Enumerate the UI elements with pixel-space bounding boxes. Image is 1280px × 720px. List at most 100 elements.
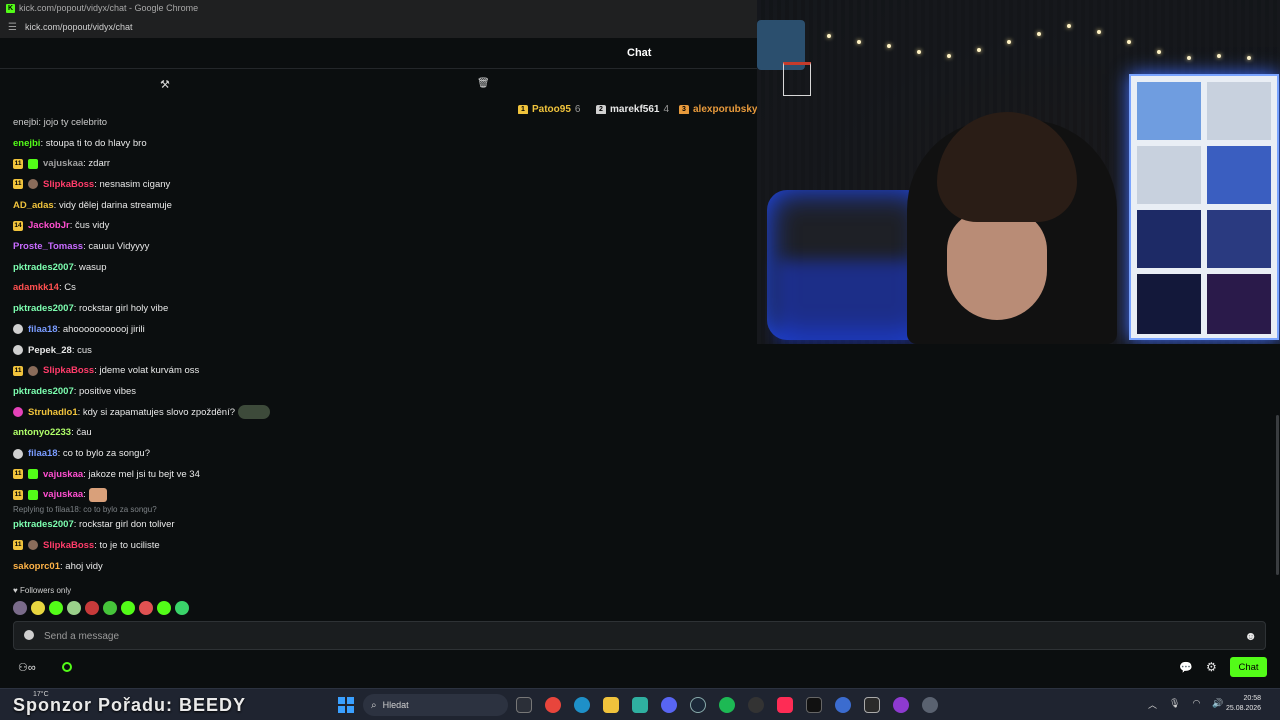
leaderboard-rank-icon: 1 xyxy=(518,104,528,115)
message-input-box[interactable]: ☻ xyxy=(13,621,1266,650)
chat-message[interactable]: pktrades2007: rockstar girl don toliver xyxy=(13,518,175,532)
volume-icon[interactable]: 🔊 xyxy=(1212,698,1223,711)
emote-icon[interactable] xyxy=(139,601,153,615)
obs-icon[interactable] xyxy=(748,697,764,713)
chat-message[interactable]: pktrades2007: wasup xyxy=(13,260,106,274)
site-settings-icon[interactable]: ☰ xyxy=(8,22,17,33)
settings-app-icon[interactable] xyxy=(922,697,938,713)
chat-username[interactable]: SlipkaBoss xyxy=(43,179,94,190)
chat-message[interactable]: pktrades2007: rockstar girl holy vibe xyxy=(13,302,168,316)
capcut-icon[interactable] xyxy=(806,697,822,713)
scrollbar[interactable] xyxy=(1276,415,1279,575)
microphone-icon[interactable]: 🎙 xyxy=(1169,698,1180,711)
chat-username[interactable]: vajuskaa xyxy=(43,158,83,169)
chat-message[interactable]: antonyo2233: čau xyxy=(13,426,92,440)
emote-icon[interactable] xyxy=(157,601,171,615)
chat-message[interactable]: 14 JackobJr: čus vidy xyxy=(13,219,109,233)
emote-icon[interactable] xyxy=(103,601,117,615)
chat-message[interactable]: filaa18: ahooooooooooj jirili xyxy=(13,322,145,336)
discord-icon[interactable] xyxy=(661,697,677,713)
emote-icon[interactable] xyxy=(121,601,135,615)
chat-username[interactable]: AD_adas xyxy=(13,200,54,211)
chat-message[interactable]: Struhadlo1: kdy si zapamatujes slovo zpo… xyxy=(13,405,270,420)
taskbar-clock[interactable]: 20:58 25.08.2026 xyxy=(1226,694,1261,714)
epic-games-icon[interactable] xyxy=(864,697,880,713)
file-explorer-icon[interactable] xyxy=(603,697,619,713)
chat-actions-icon[interactable]: ⚇∞ xyxy=(18,661,36,674)
chat-username[interactable]: sakoprc01 xyxy=(13,561,60,572)
chat-text: : wasup xyxy=(73,261,107,273)
spotify-icon[interactable] xyxy=(719,697,735,713)
steam-icon[interactable] xyxy=(690,697,706,713)
subscriber-badge-icon: 11 xyxy=(13,469,23,480)
emote-icon[interactable] xyxy=(31,601,45,615)
chat-username[interactable]: vajuskaa xyxy=(43,469,83,480)
chat-username[interactable]: Proste_Tomass xyxy=(13,241,83,252)
chat-username[interactable]: pktrades2007 xyxy=(13,262,74,273)
taskbar-search[interactable]: ⌕ Hledat xyxy=(363,694,508,716)
wifi-icon[interactable]: ◠ xyxy=(1192,698,1200,711)
chat-username[interactable]: filaa18 xyxy=(28,324,58,335)
chat-username[interactable]: pktrades2007 xyxy=(13,303,74,314)
task-view-icon[interactable] xyxy=(516,697,532,713)
chat-message[interactable]: 11 SlipkaBoss: to je to uciliste xyxy=(13,538,160,552)
browser-app-icon[interactable] xyxy=(835,697,851,713)
chat-message[interactable]: 11 vajuskaa: xyxy=(13,487,107,502)
chat-text: : Cs xyxy=(58,282,76,294)
chat-username[interactable]: pktrades2007 xyxy=(13,386,74,397)
emote-icon[interactable] xyxy=(13,601,27,615)
chat-message[interactable]: pktrades2007: positive vibes xyxy=(13,384,136,398)
chat-message[interactable]: 11 vajuskaa: zdarr xyxy=(13,157,110,171)
chat-message[interactable]: 11 SlipkaBoss: jdeme volat kurvám oss xyxy=(13,364,199,378)
chat-message[interactable]: 11 SlipkaBoss: nesnasim cigany xyxy=(13,177,170,191)
taskbar-search-placeholder: Hledat xyxy=(382,700,409,710)
emoji-picker-icon[interactable]: ☻ xyxy=(1244,629,1257,643)
chat-username[interactable]: Pepek_28 xyxy=(28,345,72,356)
system-tray: ︿ 🎙 ◠ 🔊 xyxy=(1148,698,1224,711)
chat-username[interactable]: pktrades2007 xyxy=(13,519,74,530)
chat-message[interactable]: sakoprc01: ahoj vidy xyxy=(13,559,103,573)
emote-icon[interactable] xyxy=(85,601,99,615)
send-chat-button[interactable]: Chat xyxy=(1230,657,1267,677)
emote-icon[interactable] xyxy=(175,601,189,615)
chat-username[interactable]: adamkk14 xyxy=(13,282,59,293)
emote-icon[interactable] xyxy=(67,601,81,615)
chat-username[interactable]: SlipkaBoss xyxy=(43,540,94,551)
address-bar[interactable]: ☰ kick.com/popout/vidyx/chat xyxy=(0,16,757,38)
chat-message[interactable]: Pepek_28: cus xyxy=(13,343,92,357)
chat-title: Chat xyxy=(627,47,652,59)
chat-username[interactable]: SlipkaBoss xyxy=(43,365,94,376)
kick-points-icon[interactable] xyxy=(62,662,72,672)
webcam-feed xyxy=(757,0,1280,344)
chat-message[interactable]: 11 vajuskaa: jakoze mel jsi tu bejt ve 34 xyxy=(13,467,200,481)
trash-icon[interactable]: 🗑 xyxy=(477,78,490,89)
settings-gear-icon[interactable]: ⚙ xyxy=(1206,660,1217,674)
url-text[interactable]: kick.com/popout/vidyx/chat xyxy=(25,22,133,32)
notepad-icon[interactable] xyxy=(632,697,648,713)
chat-message[interactable]: Proste_Tomass: cauuu Vidyyyy xyxy=(13,240,149,254)
reply-context[interactable]: Replying to filaa18: co to bylo za songu… xyxy=(13,505,157,514)
tiktok-icon[interactable] xyxy=(777,697,793,713)
chat-message[interactable]: filaa18: co to bylo za songu? xyxy=(13,447,150,461)
chevron-up-icon[interactable]: ︿ xyxy=(1148,698,1157,711)
emote-icon[interactable] xyxy=(49,601,63,615)
chat-username[interactable]: vajuskaa xyxy=(43,489,83,500)
gift-badge-icon xyxy=(28,489,38,500)
window-title: kick.com/popout/vidyx/chat - Google Chro… xyxy=(19,3,199,13)
chat-username[interactable]: enejbi xyxy=(13,138,40,149)
chat-message[interactable]: enejbi: stoupa ti to do hlavy bro xyxy=(13,136,147,150)
chat-username[interactable]: Struhadlo1 xyxy=(28,407,78,418)
chat-message[interactable]: adamkk14: Cs xyxy=(13,281,76,295)
chat-text: : positive vibes xyxy=(73,385,137,397)
edge-icon[interactable] xyxy=(574,697,590,713)
chat-users-icon[interactable]: 💬 xyxy=(1179,661,1193,674)
chat-username[interactable]: filaa18 xyxy=(28,448,58,459)
chat-message[interactable]: AD_adas: vidy dělej darina streamuje xyxy=(13,198,172,212)
app-icon[interactable] xyxy=(893,697,909,713)
chat-username[interactable]: JackobJr xyxy=(28,220,70,231)
windows-start-icon[interactable] xyxy=(338,697,354,713)
chrome-icon[interactable] xyxy=(545,697,561,713)
pin-icon[interactable]: ⚒ xyxy=(160,78,170,91)
message-input[interactable] xyxy=(44,627,1224,645)
chat-username[interactable]: antonyo2233 xyxy=(13,427,71,438)
